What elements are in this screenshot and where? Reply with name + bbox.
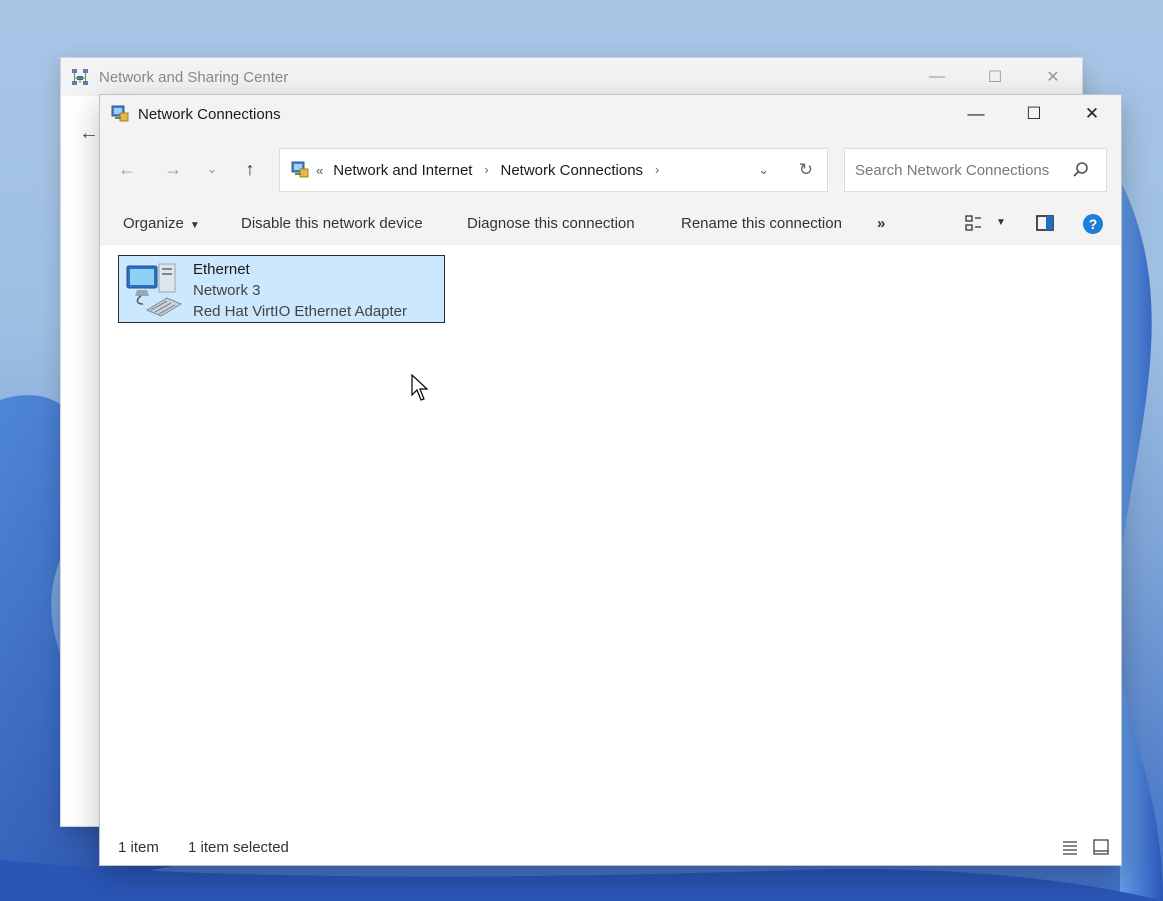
view-dropdown-caret-icon[interactable]: ▼ bbox=[996, 217, 1006, 228]
recent-locations-chevron-icon[interactable]: ⌄ bbox=[198, 155, 226, 183]
change-view-button[interactable] bbox=[964, 213, 984, 237]
help-icon: ? bbox=[1083, 214, 1103, 234]
rename-connection-button[interactable]: Rename this connection bbox=[681, 215, 842, 232]
search-input[interactable]: Search Network Connections bbox=[844, 148, 1107, 192]
network-connections-icon bbox=[291, 161, 309, 178]
search-placeholder: Search Network Connections bbox=[855, 161, 1050, 179]
chevron-right-icon[interactable]: › bbox=[484, 163, 488, 177]
back-window-title: Network and Sharing Center bbox=[99, 68, 289, 86]
status-bar: 1 item 1 item selected bbox=[100, 829, 1121, 865]
connection-name: Ethernet bbox=[193, 261, 250, 278]
back-minimize-button[interactable]: — bbox=[908, 58, 966, 96]
more-commands-button[interactable]: » bbox=[877, 215, 885, 232]
connection-item-ethernet[interactable]: Ethernet Network 3 Red Hat VirtIO Ethern… bbox=[118, 255, 445, 323]
back-arrow-icon[interactable]: ← bbox=[113, 155, 141, 183]
command-bar: Organize ▼ Disable this network device Di… bbox=[100, 203, 1121, 245]
preview-pane-button[interactable] bbox=[1035, 213, 1055, 237]
back-close-button[interactable]: ✕ bbox=[1024, 58, 1082, 96]
network-connections-window: Network Connections — ☐ ✕ ← → ⌄ ↑ « Netw… bbox=[99, 94, 1122, 866]
address-row: ← → ⌄ ↑ « Network and Internet › Network… bbox=[100, 133, 1121, 203]
large-icons-view-icon[interactable] bbox=[1092, 838, 1110, 856]
connections-list: Ethernet Network 3 Red Hat VirtIO Ethern… bbox=[100, 245, 1121, 829]
address-bar[interactable]: « Network and Internet › Network Connect… bbox=[279, 148, 828, 192]
chevron-right-icon[interactable]: › bbox=[655, 163, 659, 177]
close-button[interactable]: ✕ bbox=[1063, 95, 1121, 133]
up-arrow-icon[interactable]: ↑ bbox=[236, 155, 264, 183]
back-maximize-button[interactable]: ☐ bbox=[966, 58, 1024, 96]
maximize-button[interactable]: ☐ bbox=[1005, 95, 1063, 133]
refresh-icon[interactable]: ↻ bbox=[799, 160, 813, 180]
organize-label: Organize bbox=[123, 215, 184, 232]
view-options-icon bbox=[965, 215, 981, 231]
caret-down-icon: ▼ bbox=[189, 220, 200, 231]
back-arrow-icon[interactable]: ← bbox=[79, 122, 99, 145]
breadcrumb-network-and-internet[interactable]: Network and Internet bbox=[333, 162, 472, 179]
details-view-icon[interactable] bbox=[1061, 838, 1079, 856]
breadcrumb-network-connections[interactable]: Network Connections bbox=[500, 162, 643, 179]
diagnose-connection-button[interactable]: Diagnose this connection bbox=[467, 215, 635, 232]
mouse-cursor-icon bbox=[411, 374, 429, 401]
help-button[interactable]: ? bbox=[1082, 213, 1104, 239]
selected-count: 1 item selected bbox=[188, 838, 289, 856]
svg-text:?: ? bbox=[1089, 216, 1098, 232]
connection-adapter: Red Hat VirtIO Ethernet Adapter bbox=[193, 303, 408, 320]
search-icon bbox=[1073, 162, 1088, 177]
disable-device-button[interactable]: Disable this network device bbox=[241, 215, 423, 232]
item-count: 1 item bbox=[118, 838, 159, 856]
breadcrumb-overflow[interactable]: « bbox=[316, 163, 323, 178]
chevron-down-icon[interactable]: ⌄ bbox=[758, 162, 769, 178]
window-titlebar[interactable]: Network Connections — ☐ ✕ bbox=[100, 95, 1121, 133]
organize-button[interactable]: Organize ▼ bbox=[123, 215, 200, 232]
connection-network: Network 3 bbox=[193, 282, 261, 299]
network-connections-icon bbox=[111, 105, 129, 122]
preview-pane-icon bbox=[1036, 215, 1054, 231]
ethernet-adapter-icon bbox=[126, 263, 183, 317]
network-center-icon bbox=[72, 69, 88, 85]
window-title: Network Connections bbox=[138, 105, 281, 123]
minimize-button[interactable]: — bbox=[947, 95, 1005, 133]
forward-arrow-icon[interactable]: → bbox=[159, 155, 187, 183]
